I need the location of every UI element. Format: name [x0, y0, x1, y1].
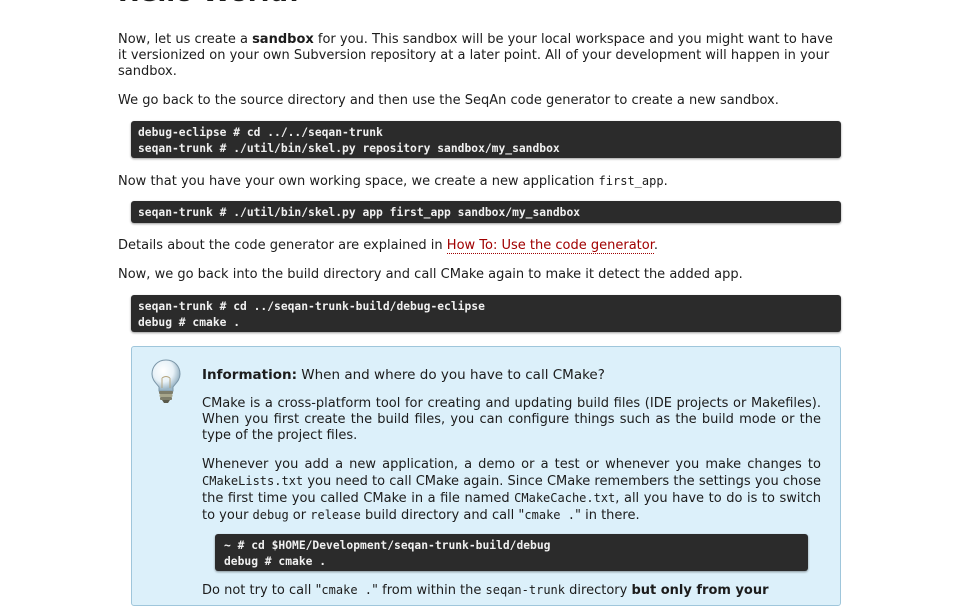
details-paragraph: Details about the code generator are exp… — [118, 238, 844, 254]
code-line: seqan-trunk # ./util/bin/skel.py reposit… — [138, 141, 560, 155]
info-question: When and where do you have to call CMake… — [296, 367, 605, 383]
text: or — [288, 508, 311, 523]
info-title: Information: When and where do you have … — [202, 367, 821, 383]
info-paragraph-2: Whenever you add a new application, a de… — [202, 457, 821, 524]
text: " in there. — [574, 508, 640, 523]
info-paragraph-1: CMake is a cross-platform tool for creat… — [202, 396, 821, 443]
text: Now, let us create a — [118, 32, 253, 47]
text: . — [663, 174, 668, 189]
info-code-block: ~ # cd $HOME/Development/seqan-trunk-bui… — [215, 534, 808, 571]
code-line: debug # cmake . — [138, 315, 241, 329]
inline-code: first_app — [598, 174, 664, 188]
intro-paragraph: Now, let us create a sandbox for you. Th… — [118, 32, 844, 80]
text: Whenever you add a new application, a de… — [202, 457, 821, 472]
text: Now that you have your own working space… — [118, 174, 599, 189]
code-block-repository: debug-eclipse # cd ../../seqan-trunk seq… — [131, 121, 841, 158]
code-block-cmake: seqan-trunk # cd ../seqan-trunk-build/de… — [131, 295, 841, 332]
text: . — [653, 238, 658, 253]
code-line: debug-eclipse # cd ../../seqan-trunk — [138, 126, 383, 139]
inline-code: CMakeLists.txt — [202, 474, 304, 488]
source-dir-paragraph: We go back to the source directory and t… — [118, 93, 779, 108]
code-block-app: seqan-trunk # ./util/bin/skel.py app fir… — [131, 201, 841, 223]
inline-code: release — [310, 508, 361, 522]
lightbulb-icon — [151, 359, 181, 403]
inline-code: cmake . — [524, 508, 575, 522]
inline-code: debug — [252, 508, 289, 522]
code-line: seqan-trunk # ./util/bin/skel.py app fir… — [138, 206, 581, 219]
code-generator-link[interactable]: How To: Use the code generator — [446, 238, 654, 254]
build-dir-paragraph: Now, we go back into the build directory… — [118, 267, 743, 282]
text: Details about the code generator are exp… — [118, 238, 447, 253]
sandbox-bold: sandbox — [252, 32, 314, 47]
code-line: ~ # cd $HOME/Development/seqan-trunk-bui… — [224, 539, 551, 552]
page-title: Hello World! — [118, 0, 300, 8]
code-line: seqan-trunk # cd ../seqan-trunk-build/de… — [138, 300, 485, 313]
code-line: debug # cmake . — [224, 554, 327, 568]
working-space-paragraph: Now that you have your own working space… — [118, 173, 844, 190]
text: build directory and call " — [360, 508, 525, 523]
inline-code: seqan-trunk — [485, 583, 566, 597]
inline-code: CMakeCache.txt — [514, 491, 616, 505]
info-label: Information: — [202, 367, 297, 383]
inline-code: cmake . — [321, 583, 372, 597]
